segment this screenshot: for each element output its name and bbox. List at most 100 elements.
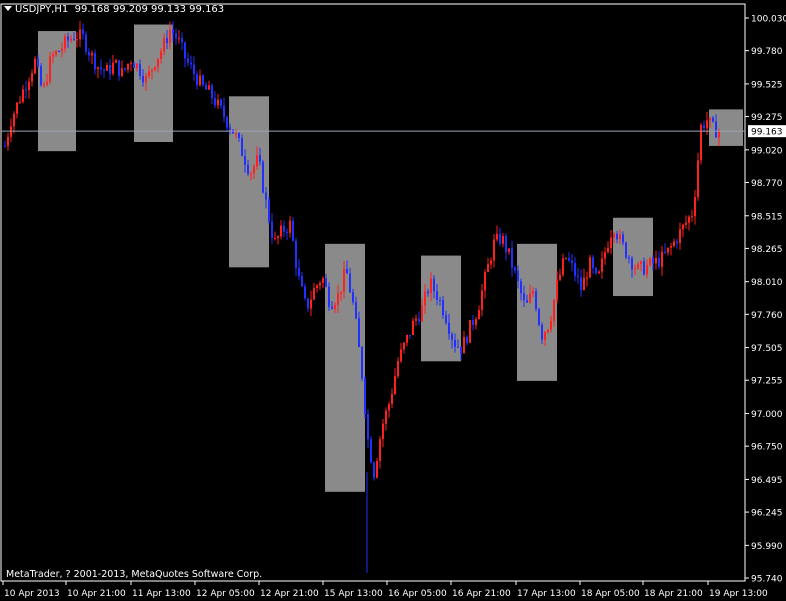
candle-body	[277, 236, 279, 239]
candle-body	[391, 394, 393, 405]
candle-body	[439, 299, 441, 301]
candle-body	[619, 234, 621, 240]
candle-body	[595, 267, 597, 274]
candle-body	[211, 85, 213, 99]
candle-body	[565, 258, 567, 260]
candle-body	[529, 293, 531, 303]
candle-body	[355, 302, 357, 319]
candle-body	[106, 65, 108, 71]
candle-body	[7, 136, 9, 147]
candle-body	[697, 160, 699, 198]
candle-body	[151, 69, 153, 72]
y-tick-label: 97.760	[751, 311, 783, 321]
candle-body	[526, 300, 528, 303]
candle-body	[481, 290, 483, 311]
candle-body	[178, 38, 180, 40]
candle-body	[436, 291, 438, 300]
candle-body	[31, 73, 33, 82]
candle-body	[454, 339, 456, 347]
candle-body	[676, 241, 678, 244]
candle-body	[385, 410, 387, 424]
y-tick-label: 96.245	[751, 509, 783, 519]
candle-body	[478, 310, 480, 320]
candle-body	[187, 58, 189, 63]
candle-body	[406, 334, 408, 343]
candle-body	[199, 75, 201, 86]
y-tick-label: 99.780	[751, 47, 783, 57]
candle-body	[202, 75, 204, 85]
candle-body	[394, 376, 396, 395]
candle-body	[208, 85, 210, 90]
candle-body	[58, 51, 60, 53]
candle-body	[358, 318, 360, 347]
candle-body	[718, 131, 720, 138]
candle-body	[304, 286, 306, 299]
candle-body	[397, 361, 399, 377]
y-tick-label: 99.275	[751, 113, 783, 123]
candle-body	[145, 75, 147, 83]
candle-body	[19, 101, 21, 103]
candle-body	[112, 62, 114, 74]
candle-body	[247, 164, 249, 174]
candle-body	[250, 173, 252, 175]
candle-body	[628, 257, 630, 259]
candle-body	[421, 305, 423, 322]
candle-body	[169, 29, 171, 44]
candle-body	[484, 272, 486, 291]
candle-body	[28, 81, 30, 91]
candle-body	[115, 60, 117, 63]
candle-body	[466, 336, 468, 343]
candle-body	[583, 277, 585, 291]
candle-body	[121, 68, 123, 76]
candle-body	[91, 52, 93, 56]
x-tick-label: 18 Apr 21:00	[644, 589, 703, 599]
candle-body	[706, 120, 708, 129]
candle-body	[649, 258, 651, 266]
candle-body	[685, 222, 687, 225]
candle-body	[157, 58, 159, 67]
candle-body	[229, 127, 231, 130]
candle-body	[274, 238, 276, 240]
candle-body	[184, 42, 186, 59]
price-chart[interactable]: 100.030 99.780 99.525 99.275 99.020 98.770 98.…	[0, 0, 786, 601]
chart-header: USDJPY,H1 99.168 99.209 99.133 99.163	[4, 4, 224, 15]
candle-body	[502, 236, 504, 244]
candle-body	[55, 51, 57, 55]
candle-body	[241, 137, 243, 156]
candle-body	[268, 199, 270, 222]
candle-body	[310, 299, 312, 309]
candle-body	[463, 336, 465, 354]
candle-body	[118, 60, 120, 76]
candle-body	[79, 29, 81, 40]
dropdown-triangle-icon[interactable]	[4, 6, 12, 11]
candle-body	[133, 63, 135, 68]
candle-body	[220, 99, 222, 106]
candle-body	[427, 291, 429, 294]
candle-body	[238, 133, 240, 138]
candle-body	[70, 38, 72, 41]
candle-body	[160, 51, 162, 59]
candle-body	[343, 268, 345, 292]
candle-body	[703, 125, 705, 129]
candle-body	[553, 299, 555, 322]
candle-body	[610, 237, 612, 248]
candle-body	[130, 63, 132, 65]
candle-body	[235, 133, 237, 135]
candle-body	[262, 161, 264, 193]
y-tick-label: 97.505	[751, 344, 783, 354]
candle-body	[679, 229, 681, 244]
x-tick-label: 10 Apr 2013	[4, 589, 60, 599]
candle-body	[337, 293, 339, 306]
candle-body	[124, 68, 126, 70]
candle-body	[544, 331, 546, 340]
copyright-text: MetaTrader, ? 2001-2013, MetaQuotes Soft…	[6, 569, 263, 580]
candle-body	[469, 320, 471, 343]
candle-body	[586, 277, 588, 279]
candle-body	[667, 247, 669, 253]
candle-body	[634, 268, 636, 270]
candle-body	[205, 84, 207, 90]
candle-body	[148, 71, 150, 76]
candle-body	[589, 257, 591, 278]
candle-body	[652, 258, 654, 264]
candle-body	[46, 82, 48, 85]
